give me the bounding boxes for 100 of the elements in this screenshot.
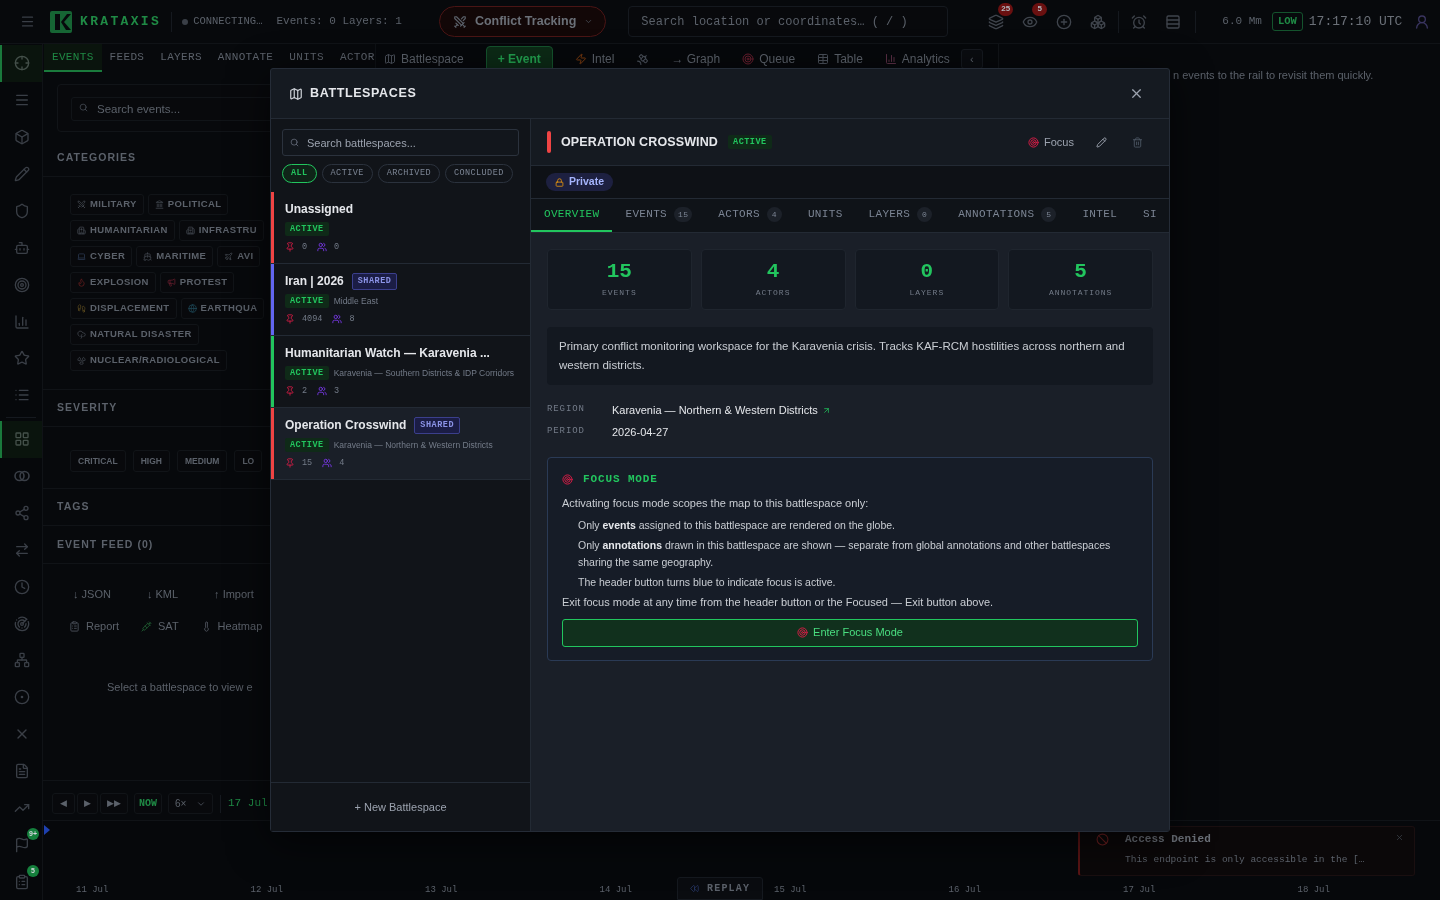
category-chip[interactable]: DISPLACEMENT bbox=[70, 298, 177, 319]
filter-pill[interactable]: ALL bbox=[282, 164, 317, 183]
export-button[interactable]: ↓ JSON bbox=[73, 585, 111, 603]
category-chip[interactable]: PROTEST bbox=[159, 272, 235, 293]
nav-rail-button[interactable] bbox=[0, 420, 42, 458]
event-count: 4094 bbox=[302, 312, 323, 326]
panel-tab[interactable]: EVENTS bbox=[44, 44, 102, 72]
lightning-icon bbox=[574, 53, 587, 65]
star-icon bbox=[14, 350, 30, 367]
battlespace-list-item[interactable]: Iran | 2026 SHARED ACTIVE Middle East 4094 8 bbox=[271, 264, 530, 336]
enter-focus-button[interactable]: Enter Focus Mode bbox=[562, 618, 1138, 647]
detail-tab[interactable]: EVENTS 15 bbox=[612, 199, 706, 232]
tool-button[interactable]: SAT bbox=[141, 617, 179, 635]
replay-button[interactable]: REPLAY bbox=[677, 877, 764, 900]
pencil-icon[interactable] bbox=[1096, 136, 1107, 148]
people-icon bbox=[322, 458, 333, 468]
footprints-icon bbox=[77, 304, 86, 313]
severity-chip[interactable]: HIGH bbox=[132, 450, 170, 472]
battlespace-title: OPERATION CROSSWIND bbox=[561, 133, 718, 151]
category-chip[interactable]: CYBER bbox=[70, 246, 133, 267]
stat-label: ANNOTATIONS bbox=[1048, 287, 1113, 299]
toolbar-button[interactable]: Intel bbox=[574, 50, 615, 68]
close-icon[interactable] bbox=[1129, 86, 1144, 101]
focus-button[interactable]: Focus bbox=[1028, 133, 1074, 151]
tool-button[interactable]: Heatmap bbox=[200, 617, 263, 635]
search-field[interactable]: Search events... bbox=[71, 97, 270, 121]
battlespace-name: Operation Crosswind bbox=[285, 417, 407, 434]
field-label: PERIOD bbox=[547, 425, 586, 439]
clipboard-icon bbox=[69, 620, 80, 632]
toolbar-button[interactable]: Queue bbox=[742, 50, 796, 68]
category-chip[interactable]: AVI bbox=[217, 246, 261, 267]
panel-tab[interactable]: LAYERS bbox=[152, 44, 210, 72]
list-icon[interactable] bbox=[1165, 13, 1182, 30]
region-text: Karavenia — Northern & Western Districts bbox=[333, 438, 493, 452]
category-chip[interactable]: NATURAL DISASTER bbox=[70, 324, 199, 345]
detail-tab[interactable]: UNITS bbox=[794, 199, 856, 232]
shield-icon bbox=[14, 202, 30, 219]
export-button[interactable]: ↑ Import bbox=[214, 585, 254, 603]
status-badge: ACTIVE bbox=[285, 438, 329, 452]
new-battlespace-button[interactable]: + New Battlespace bbox=[354, 798, 447, 816]
category-chip[interactable]: EXPLOSION bbox=[70, 272, 156, 293]
satellite-icon[interactable] bbox=[636, 52, 650, 66]
toolbar-button[interactable]: Analytics bbox=[884, 50, 950, 68]
category-chip[interactable]: HUMANITARIAN bbox=[70, 220, 175, 241]
severity-chip[interactable]: MEDIUM bbox=[176, 450, 228, 472]
collapse-button[interactable]: ‹ bbox=[960, 49, 983, 69]
location-search-field[interactable]: Search location or coordinates… ( / ) bbox=[628, 6, 949, 37]
boxes-icon[interactable] bbox=[1090, 13, 1107, 30]
category-chip[interactable]: MILITARY bbox=[70, 194, 144, 215]
field-value: Karavenia — Northern & Western Districts bbox=[612, 402, 818, 418]
hint-text: n events to the rail to revisit them quickly. bbox=[1173, 68, 1375, 83]
panel-tab[interactable]: ACTOR bbox=[331, 44, 383, 72]
severity-chip[interactable]: LO bbox=[234, 450, 263, 472]
section-title: TAGS bbox=[57, 499, 90, 515]
plus-circle-icon[interactable] bbox=[1056, 13, 1073, 30]
search-field[interactable]: Search battlespaces... bbox=[282, 129, 519, 156]
battlespace-list-item[interactable]: Operation Crosswind SHARED ACTIVE Karavenia — Northern & Western Districts 15 4 bbox=[271, 408, 530, 480]
now-button[interactable]: NOW bbox=[134, 793, 162, 814]
toolbar-button[interactable]: Table bbox=[817, 50, 863, 68]
timeline-tick-label: 13 Jul bbox=[425, 885, 458, 895]
trash-icon[interactable] bbox=[1132, 136, 1143, 148]
status-badge: ACTIVE bbox=[285, 294, 329, 308]
toolbar-button[interactable]: → Graph bbox=[671, 50, 721, 68]
detail-tab[interactable]: ACTORS 4 bbox=[705, 199, 795, 232]
scale-readout: 6.0 Mm bbox=[1222, 14, 1262, 30]
external-link-icon[interactable] bbox=[821, 405, 831, 415]
grid-icon bbox=[14, 431, 30, 448]
panel-tab[interactable]: UNITS bbox=[281, 44, 332, 72]
category-chip[interactable]: POLITICAL bbox=[147, 194, 229, 215]
menu-icon[interactable] bbox=[20, 14, 35, 29]
category-chip[interactable]: INFRASTRU bbox=[178, 220, 265, 241]
layers-icon[interactable] bbox=[988, 13, 1005, 30]
storm-cloud-icon bbox=[77, 330, 86, 339]
panel-tab[interactable]: FEEDS bbox=[101, 44, 153, 72]
status-dot-icon bbox=[182, 18, 189, 25]
description-text: Primary conflict monitoring workspace for the Karavenia crisis. Tracks KAF-RCM hostilities across northern and western districts. bbox=[559, 339, 1126, 373]
severity-chip[interactable]: CRITICAL bbox=[70, 450, 126, 472]
user-icon[interactable] bbox=[1414, 13, 1431, 30]
tool-button[interactable]: Report bbox=[69, 617, 120, 635]
nav-rail-button[interactable] bbox=[0, 45, 42, 82]
alarm-icon[interactable] bbox=[1131, 13, 1148, 30]
speed-select[interactable]: 6× bbox=[168, 793, 213, 814]
playback-button[interactable]: ▶▶ bbox=[100, 793, 128, 814]
search-icon bbox=[79, 103, 88, 112]
mode-dropdown[interactable]: Conflict Tracking bbox=[438, 6, 607, 37]
detail-tab[interactable]: OVERVIEW bbox=[531, 199, 613, 232]
landmark-icon bbox=[154, 200, 164, 209]
category-chip[interactable]: EARTHQUA bbox=[180, 298, 265, 319]
detail-tab[interactable]: ANNOTATIONS 5 bbox=[945, 199, 1070, 232]
detail-tab[interactable]: INTEL bbox=[1069, 199, 1131, 232]
export-button[interactable]: ↓ KML bbox=[146, 585, 179, 603]
detail-tab[interactable]: SI bbox=[1130, 199, 1169, 232]
category-chip[interactable]: NUCLEAR/RADIOLOGICAL bbox=[70, 350, 228, 371]
battlespace-list-item[interactable]: Unassigned ACTIVE 0 0 bbox=[271, 192, 530, 264]
toolbar-button[interactable]: Battlespace bbox=[384, 50, 464, 68]
playback-button[interactable]: ◀ bbox=[52, 793, 75, 814]
panel-tab[interactable]: ANNOTATE bbox=[209, 44, 282, 72]
detail-tab[interactable]: LAYERS 0 bbox=[855, 199, 946, 232]
playback-button[interactable]: ▶ bbox=[77, 793, 98, 814]
category-chip[interactable]: MARITIME bbox=[136, 246, 214, 267]
